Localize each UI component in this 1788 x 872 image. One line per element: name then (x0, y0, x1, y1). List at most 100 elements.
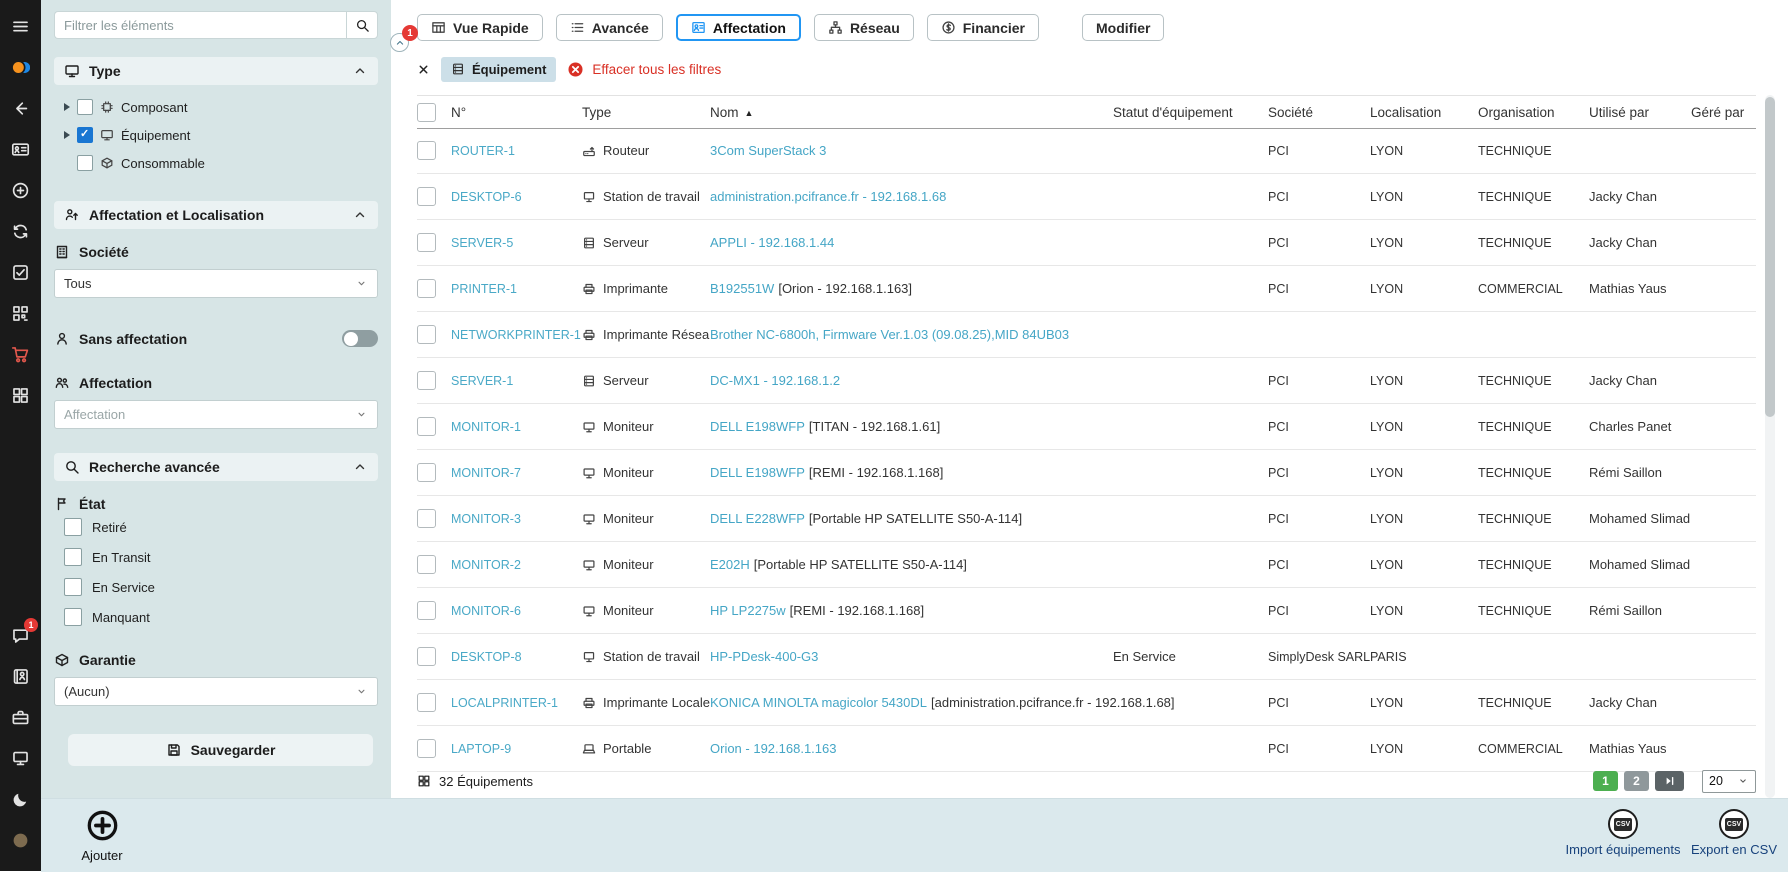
moon-icon[interactable] (0, 779, 41, 820)
table-row[interactable]: DESKTOP-6Station de travailadministratio… (417, 174, 1756, 220)
checkbox-en-transit[interactable] (64, 548, 82, 566)
equipment-id-link[interactable]: NETWORKPRINTER-1 (451, 328, 581, 342)
row-checkbox[interactable] (417, 325, 436, 344)
col-statut[interactable]: Statut d'équipement (1113, 105, 1268, 120)
table-row[interactable]: MONITOR-2MoniteurE202H[Portable HP SATEL… (417, 542, 1756, 588)
row-checkbox[interactable] (417, 463, 436, 482)
row-checkbox[interactable] (417, 739, 436, 758)
row-checkbox[interactable] (417, 233, 436, 252)
checkbox-en-service[interactable] (64, 578, 82, 596)
devices-icon[interactable] (0, 738, 41, 779)
row-checkbox[interactable] (417, 509, 436, 528)
row-checkbox[interactable] (417, 187, 436, 206)
tab-financier[interactable]: Financier (927, 14, 1039, 41)
table-row[interactable]: SERVER-1ServeurDC-MX1 - 192.168.1.2PCILY… (417, 358, 1756, 404)
affectation-select[interactable]: Affectation (54, 400, 378, 429)
toolbox-icon[interactable] (0, 697, 41, 738)
row-checkbox[interactable] (417, 371, 436, 390)
row-checkbox[interactable] (417, 555, 436, 574)
page-2-button[interactable]: 2 (1624, 771, 1649, 791)
section-recherche-avancee[interactable]: Recherche avancée (54, 453, 378, 481)
equipment-name-link[interactable]: DELL E198WFP (710, 465, 805, 480)
col-societe[interactable]: Société (1268, 105, 1370, 120)
societe-select[interactable]: Tous (54, 269, 378, 298)
equipment-id-link[interactable]: MONITOR-1 (451, 420, 521, 434)
profile-icon[interactable] (0, 820, 41, 861)
export-csv-button[interactable]: CSV Export en CSV (1680, 809, 1788, 857)
equipment-name-link[interactable]: B192551W (710, 281, 774, 296)
equipment-id-link[interactable]: MONITOR-2 (451, 558, 521, 572)
equipment-id-link[interactable]: DESKTOP-6 (451, 190, 522, 204)
tab-avancee[interactable]: Avancée (556, 14, 663, 41)
page-size-select[interactable]: 20 (1702, 770, 1756, 793)
row-checkbox[interactable] (417, 417, 436, 436)
collapse-filters-button[interactable]: 1 (390, 33, 409, 52)
equipment-name-link[interactable]: DC-MX1 - 192.168.1.2 (710, 373, 840, 388)
row-checkbox[interactable] (417, 141, 436, 160)
chat-icon[interactable]: 1 (0, 615, 41, 656)
equipment-name-link[interactable]: APPLI - 192.168.1.44 (710, 235, 834, 250)
equipment-name-link[interactable]: KONICA MINOLTA magicolor 5430DL (710, 695, 927, 710)
col-utilise-par[interactable]: Utilisé par (1589, 105, 1691, 120)
table-row[interactable]: MONITOR-7MoniteurDELL E198WFP[REMI - 192… (417, 450, 1756, 496)
col-nom[interactable]: Nom▲ (710, 105, 1113, 120)
scrollbar-thumb[interactable] (1765, 97, 1775, 417)
equipment-name-link[interactable]: DELL E228WFP (710, 511, 805, 526)
table-row[interactable]: MONITOR-6MoniteurHP LP2275w[REMI - 192.1… (417, 588, 1756, 634)
cart-icon[interactable] (0, 334, 41, 375)
filter-search-input[interactable] (54, 11, 346, 39)
equipment-name-link[interactable]: administration.pcifrance.fr - 192.168.1.… (710, 189, 946, 204)
row-checkbox[interactable] (417, 693, 436, 712)
tab-modifier[interactable]: Modifier (1082, 14, 1164, 41)
save-button[interactable]: Sauvegarder (68, 734, 373, 766)
etat-option-en-transit[interactable]: En Transit (64, 542, 378, 572)
clear-all-filters[interactable]: Effacer tous les filtres (567, 61, 721, 78)
tab-vue-rapide[interactable]: Vue Rapide (417, 14, 543, 41)
row-checkbox[interactable] (417, 601, 436, 620)
row-checkbox[interactable] (417, 647, 436, 666)
section-affectation-localisation[interactable]: Affectation et Localisation (54, 201, 378, 229)
equipment-name-link[interactable]: DELL E198WFP (710, 419, 805, 434)
equipment-id-link[interactable]: SERVER-5 (451, 236, 513, 250)
page-1-button[interactable]: 1 (1593, 771, 1618, 791)
checkbox-composant[interactable] (77, 99, 93, 115)
table-row[interactable]: LAPTOP-9PortableOrion - 192.168.1.163PCI… (417, 726, 1756, 772)
tree-item-composant[interactable]: Composant (64, 93, 378, 121)
filter-search-button[interactable] (346, 11, 378, 39)
app-logo[interactable] (0, 47, 41, 88)
checkbox-equipement[interactable] (77, 127, 93, 143)
vertical-scrollbar[interactable] (1765, 95, 1775, 798)
equipment-name-link[interactable]: HP LP2275w (710, 603, 786, 618)
sync-icon[interactable] (0, 211, 41, 252)
equipment-id-link[interactable]: PRINTER-1 (451, 282, 517, 296)
import-equipment-button[interactable]: CSV Import équipements (1553, 809, 1693, 857)
equipment-id-link[interactable]: SERVER-1 (451, 374, 513, 388)
qrcode-icon[interactable] (0, 293, 41, 334)
add-button[interactable]: Ajouter (57, 809, 147, 863)
checkbox-consommable[interactable] (77, 155, 93, 171)
badge-icon[interactable] (0, 129, 41, 170)
garantie-select[interactable]: (Aucun) (54, 677, 378, 706)
etat-option-retire[interactable]: Retiré (64, 512, 378, 542)
equipment-id-link[interactable]: ROUTER-1 (451, 144, 515, 158)
equipment-id-link[interactable]: DESKTOP-8 (451, 650, 522, 664)
col-localisation[interactable]: Localisation (1370, 105, 1478, 120)
equipment-id-link[interactable]: MONITOR-7 (451, 466, 521, 480)
table-row[interactable]: SERVER-5ServeurAPPLI - 192.168.1.44PCILY… (417, 220, 1756, 266)
equipment-name-link[interactable]: HP-PDesk-400-G3 (710, 649, 818, 664)
tab-reseau[interactable]: Réseau (814, 14, 914, 41)
tree-item-consommable[interactable]: Consommable (64, 149, 378, 177)
table-row[interactable]: DESKTOP-8Station de travailHP-PDesk-400-… (417, 634, 1756, 680)
equipment-name-link[interactable]: 3Com SuperStack 3 (710, 143, 826, 158)
equipment-name-link[interactable]: Orion - 192.168.1.163 (710, 741, 836, 756)
equipment-id-link[interactable]: MONITOR-3 (451, 512, 521, 526)
equipment-id-link[interactable]: MONITOR-6 (451, 604, 521, 618)
select-all-checkbox[interactable] (417, 103, 436, 122)
etat-option-en-service[interactable]: En Service (64, 572, 378, 602)
remove-filter-icon[interactable] (417, 63, 430, 76)
table-row[interactable]: MONITOR-3MoniteurDELL E228WFP[Portable H… (417, 496, 1756, 542)
equipment-id-link[interactable]: LAPTOP-9 (451, 742, 511, 756)
table-row[interactable]: PRINTER-1ImprimanteB192551W[Orion - 192.… (417, 266, 1756, 312)
checkbox-manquant[interactable] (64, 608, 82, 626)
col-organisation[interactable]: Organisation (1478, 105, 1589, 120)
